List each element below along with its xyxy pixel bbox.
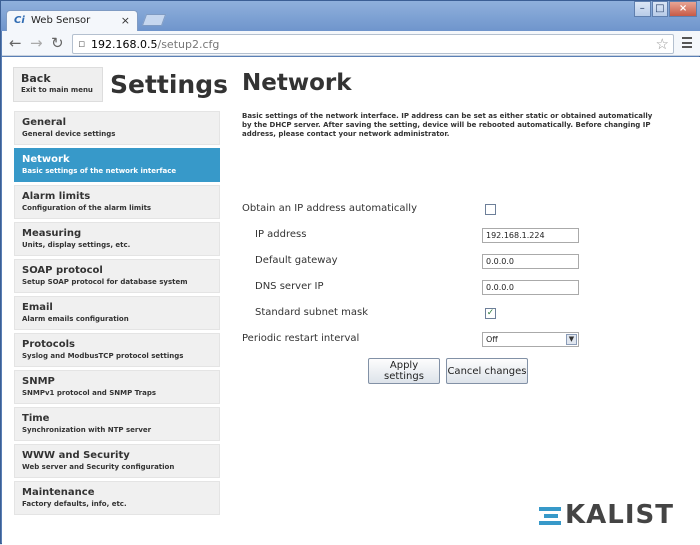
sidebar-item-title: SOAP protocol (22, 265, 103, 276)
sidebar-item-protocols[interactable]: Protocols Syslog and ModbusTCP protocol s… (14, 333, 220, 367)
sidebar-item-title: Email (22, 302, 53, 313)
favicon-icon: Ci (14, 15, 25, 26)
obtain-ip-checkbox[interactable] (485, 204, 496, 215)
ip-address-row: IP address (242, 226, 662, 246)
sidebar-item-title: Measuring (22, 228, 82, 239)
ip-address-label: IP address (255, 229, 307, 240)
apply-settings-button[interactable]: Apply settings (368, 358, 440, 384)
sidebar-item-desc: Synchronization with NTP server (22, 426, 152, 434)
address-bar[interactable]: ▫ 192.168.0.5/setup2.cfg ☆ (72, 34, 674, 54)
sidebar-item-measuring[interactable]: Measuring Units, display settings, etc. (14, 222, 220, 256)
settings-nav: General General device settings Network Bas… (14, 111, 220, 518)
sidebar-item-alarm-limits[interactable]: Alarm limits Configuration of the alarm l… (14, 185, 220, 219)
logo-text: KALIST (565, 500, 674, 530)
chevron-down-icon: ▼ (566, 334, 577, 345)
sidebar-item-desc: SNMPv1 protocol and SNMP Traps (22, 389, 157, 397)
sidebar-item-desc: Basic settings of the network interface (22, 167, 177, 175)
sidebar-item-soap-protocol[interactable]: SOAP protocol Setup SOAP protocol for dat… (14, 259, 220, 293)
sidebar-item-desc: Web server and Security configuration (22, 463, 175, 471)
forward-arrow-icon[interactable]: → (30, 35, 43, 51)
page-icon: ▫ (78, 37, 86, 50)
back-title: Back (21, 72, 51, 85)
sidebar-item-desc: Alarm emails configuration (22, 315, 129, 323)
sidebar-item-maintenance[interactable]: Maintenance Factory defaults, info, etc. (14, 481, 220, 515)
sidebar-item-title: Protocols (22, 339, 75, 350)
browser-toolbar: ← → ↻ ▫ 192.168.0.5/setup2.cfg ☆ (2, 31, 700, 56)
subnet-mask-row: Standard subnet mask ✓ (242, 304, 662, 324)
sidebar-item-title: Alarm limits (22, 191, 91, 202)
url-path: /setup2.cfg (157, 38, 220, 51)
sidebar-item-snmp[interactable]: SNMP SNMPv1 protocol and SNMP Traps (14, 370, 220, 404)
dns-input[interactable] (482, 280, 579, 295)
settings-title: Settings (110, 70, 229, 99)
network-panel: Network Basic settings of the network in… (242, 70, 662, 384)
page-title: Network (242, 70, 352, 96)
dns-row: DNS server IP (242, 278, 662, 298)
sidebar-item-general[interactable]: General General device settings (14, 111, 220, 145)
maximize-button[interactable]: □ (651, 1, 669, 17)
sidebar-item-desc: Syslog and ModbusTCP protocol settings (22, 352, 184, 360)
new-tab-button[interactable] (141, 14, 167, 26)
dns-label: DNS server IP (255, 281, 324, 292)
sidebar-item-desc: Units, display settings, etc. (22, 241, 131, 249)
brand-logo: KALIST (539, 500, 684, 531)
title-bar: Ci Web Sensor × – □ × (1, 1, 700, 32)
sidebar-item-title: WWW and Security (22, 450, 130, 461)
obtain-ip-row: Obtain an IP address automatically (242, 200, 662, 220)
sidebar-item-network[interactable]: Network Basic settings of the network int… (14, 148, 220, 182)
ip-address-input[interactable] (482, 228, 579, 243)
back-subtitle: Exit to main menu (21, 86, 93, 94)
browser-tab[interactable]: Ci Web Sensor × (6, 10, 138, 32)
tab-title: Web Sensor (31, 15, 91, 26)
sidebar-item-title: Time (22, 413, 50, 424)
sidebar-item-time[interactable]: Time Synchronization with NTP server (14, 407, 220, 441)
sidebar-item-email[interactable]: Email Alarm emails configuration (14, 296, 220, 330)
sidebar-item-www-and-security[interactable]: WWW and Security Web server and Security … (14, 444, 220, 478)
sidebar-item-desc: Setup SOAP protocol for database system (22, 278, 188, 286)
restart-select-value: Off (486, 335, 498, 344)
network-description: Basic settings of the network interface.… (242, 112, 653, 138)
back-arrow-icon[interactable]: ← (9, 35, 22, 51)
gateway-label: Default gateway (255, 255, 338, 266)
sidebar-item-desc: General device settings (22, 130, 116, 138)
sidebar-item-title: Maintenance (22, 487, 95, 498)
menu-icon[interactable] (682, 37, 692, 48)
sidebar-item-title: Network (22, 154, 70, 165)
sidebar-item-title: SNMP (22, 376, 55, 387)
sidebar-item-desc: Configuration of the alarm limits (22, 204, 152, 212)
reload-icon[interactable]: ↻ (51, 35, 64, 51)
restart-select[interactable]: Off ▼ (482, 332, 579, 347)
restart-label: Periodic restart interval (242, 333, 360, 344)
obtain-ip-label: Obtain an IP address automatically (242, 203, 418, 214)
sidebar-item-title: General (22, 117, 66, 128)
url-host: 192.168.0.5 (91, 38, 158, 51)
cancel-changes-button[interactable]: Cancel changes (446, 358, 528, 384)
subnet-mask-label: Standard subnet mask (255, 307, 369, 318)
browser-window: Ci Web Sensor × – □ × ← → ↻ ▫ 192.168.0.… (0, 0, 700, 545)
close-window-button[interactable]: × (669, 1, 697, 17)
subnet-mask-checkbox[interactable]: ✓ (485, 308, 496, 319)
sidebar-item-desc: Factory defaults, info, etc. (22, 500, 127, 508)
tab-close-icon[interactable]: × (121, 14, 130, 27)
page-viewport: Back Exit to main menu Settings General G… (2, 57, 700, 545)
bookmark-star-icon[interactable]: ☆ (656, 35, 669, 53)
gateway-row: Default gateway (242, 252, 662, 272)
logo-mark-icon (539, 507, 561, 525)
minimize-button[interactable]: – (634, 1, 651, 17)
window-controls: – □ × (633, 1, 697, 19)
restart-row: Periodic restart interval Off ▼ (242, 330, 662, 350)
back-button[interactable]: Back Exit to main menu (13, 67, 103, 102)
url-text: 192.168.0.5/setup2.cfg (91, 38, 219, 51)
gateway-input[interactable] (482, 254, 579, 269)
